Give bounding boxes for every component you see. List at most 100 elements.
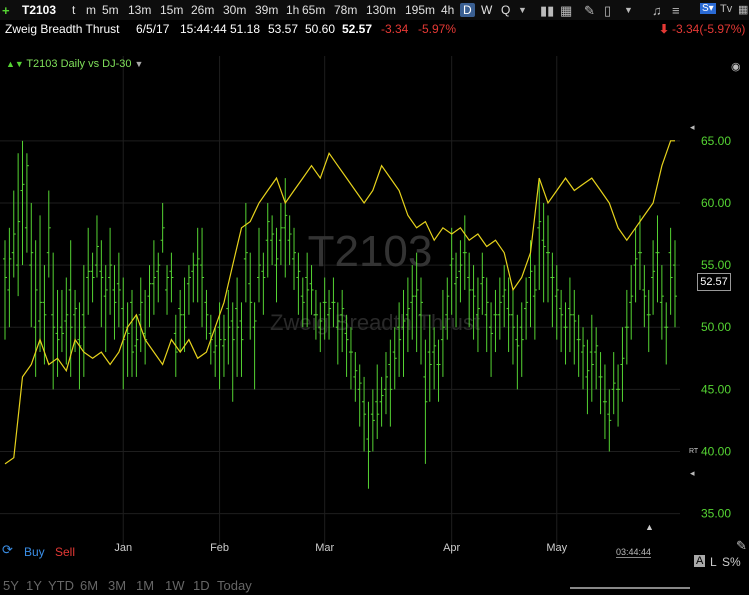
bell-icon[interactable]: ♫: [652, 3, 662, 18]
ohlc-bar: [379, 376, 384, 427]
scroll-up-icon[interactable]: ▲: [645, 522, 654, 532]
refresh-icon[interactable]: ⟳: [2, 542, 13, 558]
interval-130m[interactable]: 130m: [366, 3, 396, 17]
x-tick-label: Feb: [210, 542, 229, 554]
ohlc-bar: [611, 352, 616, 415]
ohlc-bar: [90, 252, 95, 303]
interval-1h[interactable]: 1h: [286, 3, 299, 17]
interval-26m[interactable]: 26m: [191, 3, 214, 17]
range-today[interactable]: Today: [217, 578, 252, 593]
sell-button[interactable]: Sell: [55, 545, 75, 559]
interval-4h[interactable]: 4h: [441, 3, 454, 17]
interval-30m[interactable]: 30m: [223, 3, 246, 17]
ohlc-bar: [125, 302, 130, 377]
interval-65m[interactable]: 65m: [302, 3, 325, 17]
interval-15m[interactable]: 15m: [160, 3, 183, 17]
ohlc-bar: [191, 252, 196, 303]
menu-icon[interactable]: ≡: [672, 3, 680, 18]
range-bar: 5Y 1Y YTD 6M 3M 1M 1W 1D Today: [0, 575, 749, 595]
bar-chart-icon[interactable]: ▮▮: [540, 3, 554, 19]
ohlc-bar: [484, 277, 489, 353]
quote-change-right: -3.34(-5.97%): [672, 22, 746, 36]
range-1d[interactable]: 1D: [193, 578, 210, 593]
ohlc-bar: [559, 289, 564, 353]
rt-label-icon: RT: [689, 448, 699, 455]
ohlc-bar: [515, 314, 520, 390]
tv-icon[interactable]: Tv: [720, 3, 732, 15]
horizontal-scrollbar[interactable]: [570, 587, 690, 589]
interval-weekly[interactable]: W: [481, 3, 492, 17]
interval-m[interactable]: m: [86, 3, 96, 17]
pencil-icon[interactable]: ✎: [584, 3, 595, 19]
price-chart[interactable]: T2103 Zweig Breadth Thrust 65.00 60.00 55.…: [0, 56, 749, 556]
ohlc-bar: [462, 215, 467, 290]
buy-button[interactable]: Buy: [24, 545, 45, 559]
interval-t[interactable]: t: [72, 3, 75, 17]
x-tick-label: Apr: [443, 542, 460, 554]
ohlc-bar: [546, 215, 551, 303]
ohlc-bar: [230, 302, 235, 402]
interval-39m[interactable]: 39m: [255, 3, 278, 17]
quote-high: 53.57: [268, 22, 299, 36]
log-scale-button[interactable]: L: [710, 555, 717, 569]
ohlc-bar: [655, 215, 660, 303]
ohlc-bar: [248, 252, 253, 340]
price-marker-icon: ◂: [690, 122, 695, 132]
calendar-icon[interactable]: ▦: [560, 3, 572, 19]
range-6m[interactable]: 6M: [80, 578, 98, 593]
ohlc-bar: [519, 302, 524, 377]
range-5y[interactable]: 5Y: [3, 578, 19, 593]
ohlc-bar: [497, 277, 502, 340]
interval-quarterly[interactable]: Q: [501, 3, 510, 17]
interval-daily-active[interactable]: D: [460, 3, 475, 17]
interval-5m[interactable]: 5m: [102, 3, 119, 17]
y-tick-label: 45.00: [701, 382, 731, 396]
ohlc-bar: [94, 215, 99, 278]
ohlc-bar: [292, 227, 297, 290]
grid-icon[interactable]: ▦: [738, 3, 748, 16]
range-1y[interactable]: 1Y: [26, 578, 42, 593]
range-1w[interactable]: 1W: [165, 578, 185, 593]
x-tick-label: May: [546, 542, 567, 554]
ohlc-bar: [287, 215, 292, 266]
ohlc-bar: [261, 252, 266, 315]
ohlc-bar: [270, 215, 275, 266]
ohlc-bar: [537, 178, 542, 290]
ohlc-bar: [138, 277, 143, 353]
quote-open: 51.18: [230, 22, 261, 36]
interval-195m[interactable]: 195m: [405, 3, 435, 17]
ohlc-bar: [182, 277, 187, 353]
chevron-down-icon[interactable]: ▼: [624, 5, 633, 15]
chevron-down-icon[interactable]: ▼: [135, 59, 144, 69]
palette-icon[interactable]: ◉: [731, 60, 741, 73]
ohlc-bar: [449, 227, 454, 315]
interval-78m[interactable]: 78m: [334, 3, 357, 17]
y-tick-label: 65.00: [701, 134, 731, 148]
range-3m[interactable]: 3M: [108, 578, 126, 593]
chart-legend[interactable]: ▲▼ T2103 Daily vs DJ-30 ▼: [6, 58, 143, 70]
ohlc-bar: [602, 364, 607, 440]
chevron-down-icon[interactable]: ▼: [518, 5, 527, 15]
s-dropdown-icon[interactable]: S▾: [700, 3, 716, 14]
auto-scale-button[interactable]: A: [694, 555, 706, 567]
ohlc-bar: [186, 265, 191, 315]
add-icon[interactable]: +: [2, 3, 10, 18]
pencil-icon[interactable]: ✎: [736, 538, 747, 554]
ohlc-bar: [134, 314, 139, 377]
quote-last: 52.57: [342, 22, 373, 36]
trash-icon[interactable]: ▯: [604, 3, 611, 19]
ohlc-bar: [243, 202, 248, 303]
ohlc-bar: [7, 227, 12, 328]
percent-scale-button[interactable]: S%: [722, 555, 741, 569]
ohlc-bar: [265, 202, 270, 278]
range-1m[interactable]: 1M: [136, 578, 154, 593]
ohlc-bar: [388, 339, 393, 427]
range-ytd[interactable]: YTD: [48, 578, 74, 593]
interval-13m[interactable]: 13m: [128, 3, 151, 17]
symbol-label[interactable]: T2103: [22, 3, 56, 17]
y-tick-label: 55.00: [701, 258, 731, 272]
ohlc-bar: [116, 252, 121, 328]
watermark-symbol: T2103: [308, 227, 433, 276]
y-tick-label: 40.00: [701, 444, 731, 458]
ohlc-bar: [86, 227, 91, 315]
